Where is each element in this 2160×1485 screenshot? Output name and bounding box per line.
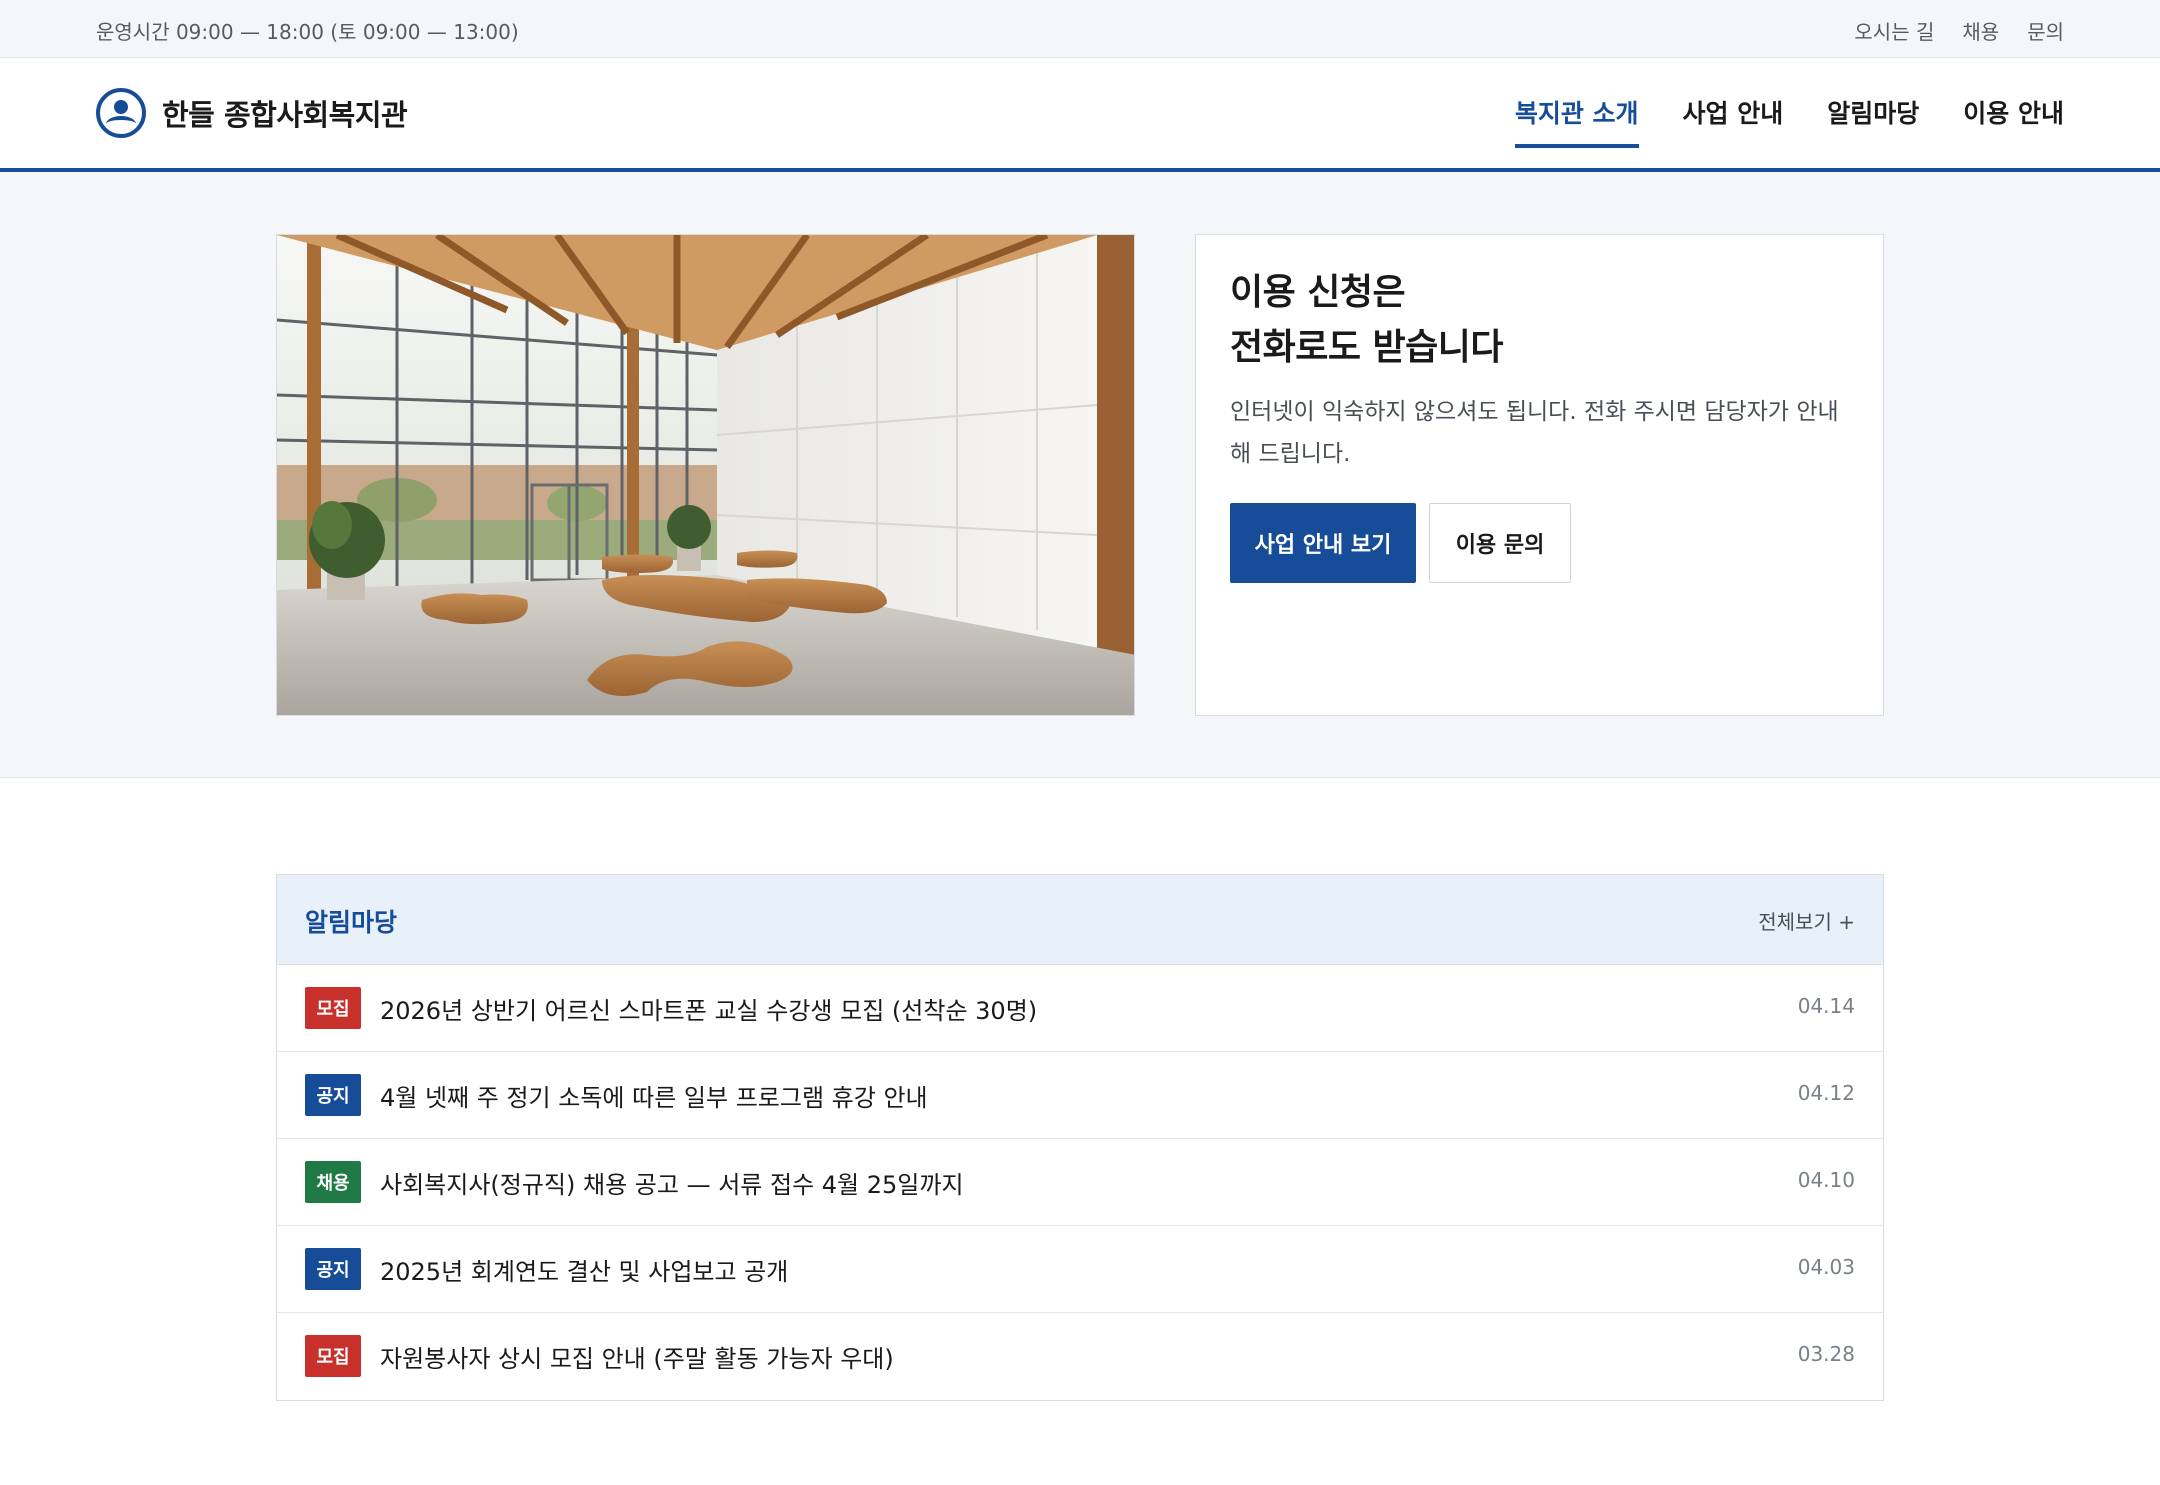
nav-item-about[interactable]: 복지관 소개 bbox=[1514, 94, 1639, 148]
notice-title[interactable]: 4월 넷째 주 정기 소독에 따른 일부 프로그램 휴강 안내 bbox=[380, 1078, 928, 1113]
lobby-photo bbox=[276, 234, 1135, 716]
notice-row[interactable]: 공지 2025년 회계연도 결산 및 사업보고 공개 04.03 bbox=[277, 1226, 1883, 1313]
utility-links: 오시는 길 채용 문의 bbox=[1854, 16, 2064, 45]
notice-date: 04.14 bbox=[1797, 994, 1855, 1018]
util-link-contact[interactable]: 문의 bbox=[2027, 16, 2064, 45]
nav-item-notices[interactable]: 알림마당 bbox=[1827, 94, 1919, 148]
hero-title-line1: 이용 신청은 bbox=[1230, 272, 1406, 313]
notice-title[interactable]: 자원봉사자 상시 모집 안내 (주말 활동 가능자 우대) bbox=[380, 1339, 894, 1374]
notice-board-header: 알림마당 전체보기 + bbox=[277, 875, 1883, 965]
brand-name: 한들 종합사회복지관 bbox=[162, 98, 408, 132]
notice-date: 03.28 bbox=[1797, 1342, 1855, 1366]
notice-category-badge: 공지 bbox=[305, 1248, 361, 1290]
view-all-link[interactable]: 전체보기 + bbox=[1758, 906, 1855, 935]
person-circle-icon bbox=[96, 88, 146, 138]
nav-item-programs[interactable]: 사업 안내 bbox=[1683, 94, 1784, 148]
main-nav: 복지관 소개 사업 안내 알림마당 이용 안내 bbox=[1514, 94, 2064, 148]
hero-title: 이용 신청은 전화로도 받습니다 bbox=[1230, 265, 1504, 375]
notice-date: 04.10 bbox=[1797, 1168, 1855, 1192]
inquiry-button[interactable]: 이용 문의 bbox=[1429, 503, 1571, 583]
notice-category-badge: 공지 bbox=[305, 1074, 361, 1116]
notice-category-badge: 모집 bbox=[305, 1335, 361, 1377]
nav-item-guide[interactable]: 이용 안내 bbox=[1963, 94, 2064, 148]
hero-section: 이용 신청은 전화로도 받습니다 인터넷이 익숙하지 않으셔도 됩니다. 전화 … bbox=[0, 172, 2160, 778]
brand-logo-link[interactable]: 한들 종합사회복지관 bbox=[96, 88, 408, 138]
notice-category-badge: 모집 bbox=[305, 987, 361, 1029]
hero-description: 인터넷이 익숙하지 않으셔도 됩니다. 전화 주시면 담당자가 안내해 드립니다… bbox=[1230, 399, 1839, 467]
operating-hours: 운영시간 09:00 — 18:00 (토 09:00 — 13:00) bbox=[96, 20, 519, 44]
notice-category-badge: 채용 bbox=[305, 1161, 361, 1203]
notice-date: 04.03 bbox=[1797, 1255, 1855, 1279]
hero-title-line2: 전화로도 받습니다 bbox=[1230, 327, 1504, 368]
utility-bar: 운영시간 09:00 — 18:00 (토 09:00 — 13:00) 오시는… bbox=[0, 0, 2160, 58]
notice-title[interactable]: 사회복지사(정규직) 채용 공고 — 서류 접수 4월 25일까지 bbox=[380, 1165, 964, 1200]
notice-row[interactable]: 모집 자원봉사자 상시 모집 안내 (주말 활동 가능자 우대) 03.28 bbox=[277, 1313, 1883, 1400]
notice-board: 알림마당 전체보기 + 모집 2026년 상반기 어르신 스마트폰 교실 수강생 … bbox=[276, 874, 1884, 1401]
site-header: 한들 종합사회복지관 복지관 소개 사업 안내 알림마당 이용 안내 bbox=[0, 58, 2160, 172]
notice-list: 모집 2026년 상반기 어르신 스마트폰 교실 수강생 모집 (선착순 30명)… bbox=[277, 965, 1883, 1400]
view-programs-button[interactable]: 사업 안내 보기 bbox=[1230, 503, 1416, 583]
notice-title[interactable]: 2025년 회계연도 결산 및 사업보고 공개 bbox=[380, 1252, 788, 1287]
notice-title[interactable]: 2026년 상반기 어르신 스마트폰 교실 수강생 모집 (선착순 30명) bbox=[380, 991, 1037, 1026]
util-link-careers[interactable]: 채용 bbox=[1962, 16, 1999, 45]
notice-row[interactable]: 모집 2026년 상반기 어르신 스마트폰 교실 수강생 모집 (선착순 30명)… bbox=[277, 965, 1883, 1052]
notice-board-title: 알림마당 bbox=[305, 908, 398, 937]
notice-row[interactable]: 채용 사회복지사(정규직) 채용 공고 — 서류 접수 4월 25일까지 04.10 bbox=[277, 1139, 1883, 1226]
notice-date: 04.12 bbox=[1797, 1081, 1855, 1105]
phone-application-card: 이용 신청은 전화로도 받습니다 인터넷이 익숙하지 않으셔도 됩니다. 전화 … bbox=[1195, 234, 1884, 716]
util-link-directions[interactable]: 오시는 길 bbox=[1854, 16, 1934, 45]
notice-row[interactable]: 공지 4월 넷째 주 정기 소독에 따른 일부 프로그램 휴강 안내 04.12 bbox=[277, 1052, 1883, 1139]
